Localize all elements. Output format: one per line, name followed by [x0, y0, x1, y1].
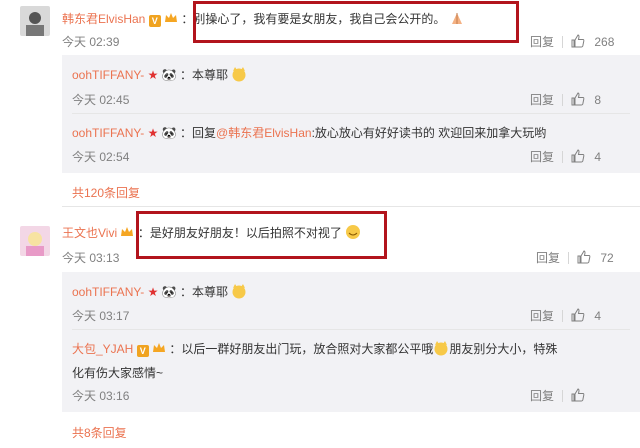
reply-username[interactable]: oohTIFFANY-: [72, 126, 144, 140]
reply-button[interactable]: 回复: [530, 389, 554, 403]
crown-icon: [165, 13, 178, 22]
panda-icon: 🐼: [161, 68, 177, 82]
thumbs-up-icon[interactable]: [571, 92, 585, 106]
reply-username[interactable]: oohTIFFANY-: [72, 68, 144, 82]
verified-v-icon: V: [136, 345, 149, 357]
star-icon: ★: [147, 285, 159, 299]
reply-text: ：以后一群好朋友出门玩，放合照对大家都公平哦: [169, 342, 434, 356]
comment-time: 今天 02:39: [62, 35, 120, 49]
cat-emoji-icon: [434, 341, 448, 356]
comment-username[interactable]: 韩东君ElvisHan: [62, 12, 145, 26]
separator: [562, 94, 564, 106]
reply-button[interactable]: 回复: [536, 251, 560, 265]
comment-actions: 回复 72: [536, 249, 614, 266]
reply-text-line2: 化有伤大家感情~: [72, 366, 164, 380]
reply-text: :放心放心有好好读书的 欢迎回来加拿大玩哟: [311, 126, 547, 140]
reply-username[interactable]: oohTIFFANY-: [72, 285, 144, 299]
panda-icon: 🐼: [161, 285, 177, 299]
like-count: 72: [600, 251, 614, 265]
thumbs-up-icon[interactable]: [571, 388, 585, 402]
reply-actions: 回复 4: [530, 307, 601, 324]
reply-time: 今天 02:45: [72, 93, 130, 107]
like-count: 4: [594, 150, 602, 164]
comment-time: 今天 03:13: [62, 251, 120, 265]
reply-text: ：本尊耶: [180, 68, 229, 82]
reply-header: 大包_YJAH V ：以后一群好朋友出门玩，放合照对大家都公平哦 朋友别分大小，特…: [72, 340, 557, 357]
comment-username[interactable]: 王文也Vivi: [62, 226, 117, 240]
separator: [562, 310, 564, 322]
cat-emoji-icon: [232, 67, 246, 82]
avatar[interactable]: [20, 226, 50, 256]
reply-prefix: ：回复: [180, 126, 217, 140]
mention-link[interactable]: @韩东君ElvisHan: [216, 126, 312, 140]
more-replies-link[interactable]: 共8条回复: [72, 424, 127, 441]
reply-header: oohTIFFANY- ★ 🐼 ：本尊耶: [72, 283, 247, 300]
cat-emoji-icon: [232, 284, 246, 299]
divider: [62, 206, 640, 207]
avatar[interactable]: [20, 6, 50, 36]
thumbs-up-icon[interactable]: [571, 308, 585, 322]
separator: [562, 151, 564, 163]
reply-header: oohTIFFANY- ★ 🐼 ：本尊耶: [72, 66, 247, 83]
highlight-box: [136, 211, 387, 259]
star-icon: ★: [147, 126, 159, 140]
reply-button[interactable]: 回复: [530, 35, 554, 49]
reply-button[interactable]: 回复: [530, 93, 554, 107]
reply-button[interactable]: 回复: [530, 309, 554, 323]
panda-icon: 🐼: [161, 126, 177, 140]
divider: [72, 329, 630, 330]
comment-actions: 回复 268: [530, 33, 614, 50]
thumbs-up-icon[interactable]: [571, 149, 585, 163]
star-icon: ★: [147, 68, 159, 82]
reply-time: 今天 03:17: [72, 309, 130, 323]
reply-header: oohTIFFANY- ★ 🐼 ：回复@韩东君ElvisHan:放心放心有好好读…: [72, 124, 546, 141]
separator: [562, 36, 564, 48]
like-count: 8: [594, 93, 602, 107]
verified-v-icon: V: [148, 15, 161, 27]
reply-text-cont: 朋友别分大小，特殊: [449, 342, 558, 356]
like-count: 4: [594, 309, 602, 323]
reply-actions: 回复: [530, 387, 585, 404]
thumbs-up-icon[interactable]: [571, 34, 585, 48]
thumbs-up-icon[interactable]: [577, 250, 591, 264]
reply-text: ：本尊耶: [180, 285, 229, 299]
divider: [72, 113, 630, 114]
reply-actions: 回复 8: [530, 91, 601, 108]
reply-time: 今天 03:16: [72, 389, 130, 403]
crown-icon: [153, 343, 166, 352]
reply-time: 今天 02:54: [72, 150, 130, 164]
reply-username[interactable]: 大包_YJAH: [72, 342, 133, 356]
highlight-box: [193, 1, 519, 43]
reply-button[interactable]: 回复: [530, 150, 554, 164]
separator: [562, 390, 564, 402]
reply-actions: 回复 4: [530, 148, 601, 165]
separator: [568, 252, 570, 264]
more-replies-link[interactable]: 共120条回复: [72, 184, 140, 201]
like-count: 268: [594, 35, 615, 49]
crown-icon: [121, 227, 134, 236]
